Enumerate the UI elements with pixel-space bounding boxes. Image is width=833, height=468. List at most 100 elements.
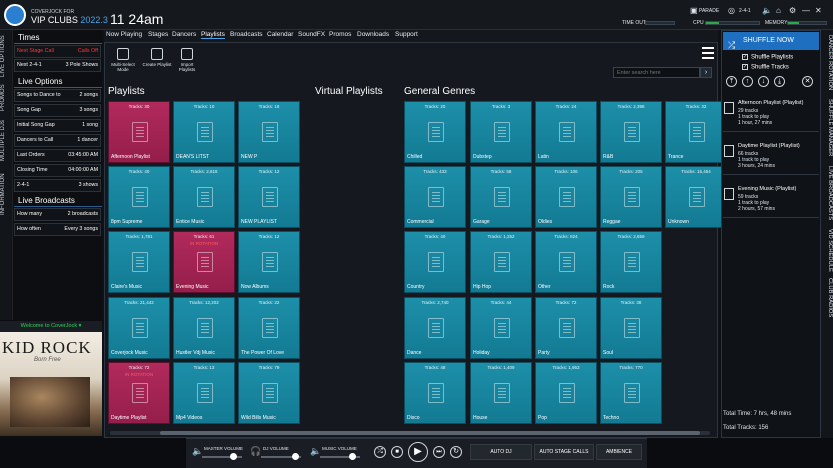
shuffle-item[interactable]: Daytime Playlist (Playlist) 66 tracks 1 tr… xyxy=(723,141,819,175)
playlist-tile[interactable]: Tracks: 12 NEW PLAYLIST xyxy=(238,166,300,228)
live-option-row[interactable]: Dancers to Call 1 dancer xyxy=(14,134,101,147)
genre-tile[interactable]: Tracks: 824 Other xyxy=(535,231,597,293)
genre-tile[interactable]: Tracks: 1,409 House xyxy=(470,362,532,424)
tab-playlists[interactable]: Playlists xyxy=(201,31,225,39)
playlist-tile[interactable]: Tracks: 30 Afternoon Playlist xyxy=(108,101,170,163)
multi-select-button[interactable]: Multi-Select Mode xyxy=(108,48,138,72)
genre-tile[interactable]: Tracks: 38 Soul xyxy=(600,297,662,359)
genre-tile[interactable]: Tracks: 2,740 Dance xyxy=(404,297,466,359)
tab-shuffle-manager[interactable]: SHUFFLE MANAGER xyxy=(821,96,833,160)
shuffle-now-button[interactable]: ⤮ SHUFFLE NOW xyxy=(723,32,819,50)
tab-dancer-rotation[interactable]: DANCER ROTATION xyxy=(821,32,833,94)
next-241-row[interactable]: Next 2-4-1 3 Pole Shows xyxy=(14,59,101,72)
auto-dj-button[interactable]: AUTO DJ xyxy=(470,444,532,460)
tab-vid-schedule[interactable]: VID SCHEDULE xyxy=(821,226,833,274)
playlist-tile[interactable]: Tracks: 72 IN ROTATION Daytime Playlist xyxy=(108,362,170,424)
speaker-icon[interactable]: 🔈 xyxy=(762,6,772,15)
genre-tile[interactable]: Tracks: 48 Disco xyxy=(404,362,466,424)
shuffle-tracks-checkbox[interactable]: ✓ Shuffle Tracks xyxy=(742,64,789,71)
playlist-tile[interactable]: Tracks: 1,781 Claire's Music xyxy=(108,231,170,293)
close-icon[interactable]: ✕ xyxy=(815,6,822,15)
genre-tile[interactable]: Tracks: 433 Commercial xyxy=(404,166,466,228)
dj-volume-knob[interactable] xyxy=(292,453,299,460)
tab-information[interactable]: INFORMATION xyxy=(0,168,13,220)
genre-tile[interactable]: Tracks: 1,953 Pop xyxy=(535,362,597,424)
live-option-row[interactable]: Song Gap 3 songs xyxy=(14,104,101,117)
ambience-button[interactable]: AMBIENCE xyxy=(596,444,642,460)
genre-tile[interactable]: Tracks: 1,252 Hip Hop xyxy=(470,231,532,293)
minimize-icon[interactable]: — xyxy=(802,6,810,15)
playlist-tile[interactable]: Tracks: 22 The Power Of Love xyxy=(238,297,300,359)
tab-broadcasts[interactable]: Broadcasts xyxy=(230,31,263,38)
genre-tile[interactable]: Tracks: 20 Chilled xyxy=(404,101,466,163)
genre-tile[interactable]: Tracks: 40 Country xyxy=(404,231,466,293)
import-playlists-button[interactable]: Import Playlists xyxy=(172,48,202,72)
genre-tile[interactable]: Tracks: 106 Oldies xyxy=(535,166,597,228)
tab-stages[interactable]: Stages xyxy=(148,31,168,38)
genre-tile[interactable]: Tracks: 770 Techno xyxy=(600,362,662,424)
welcome-bar[interactable]: Welcome to CoverJock ▾ xyxy=(0,321,102,332)
tab-promos[interactable]: PROMOS xyxy=(0,82,13,114)
tab-downloads[interactable]: Downloads xyxy=(357,31,389,38)
lock-icon[interactable]: ⌂ xyxy=(776,6,781,15)
parade-icon[interactable]: ▣ xyxy=(690,6,698,15)
playlist-tile[interactable]: Tracks: 40 8pm Supreme xyxy=(108,166,170,228)
tab-live-options[interactable]: LIVE OPTIONS xyxy=(0,32,13,80)
playlist-tile[interactable]: Tracks: 61 IN ROTATION Evening Music xyxy=(173,231,235,293)
playlist-tile[interactable]: Tracks: 12,202 Hustler Vdj Music xyxy=(173,297,235,359)
playlist-tile[interactable]: Tracks: 18 NEW P xyxy=(238,101,300,163)
tab-dancers[interactable]: Dancers xyxy=(172,31,196,38)
move-down-icon[interactable]: ↓ xyxy=(758,76,769,87)
tab-soundfx[interactable]: SoundFX xyxy=(298,31,325,38)
shuffle-playlists-checkbox[interactable]: ✓ Shuffle Playlists xyxy=(742,54,793,61)
playlist-tile[interactable]: Tracks: 2,818 Entice Music xyxy=(173,166,235,228)
playlist-tile[interactable]: Tracks: 21,442 Coverjock Music xyxy=(108,297,170,359)
menu-icon[interactable] xyxy=(702,47,714,59)
tab-calendar[interactable]: Calendar xyxy=(267,31,293,38)
live-option-row[interactable]: Last Orders 03:45:00 AM xyxy=(14,149,101,162)
next-stage-call-row[interactable]: Next Stage Call Calls Off xyxy=(14,45,101,58)
tab-club-radios[interactable]: CLUB RADIOS xyxy=(821,276,833,320)
move-bottom-icon[interactable]: ⤓ xyxy=(774,76,785,87)
tab-live-broadcasts[interactable]: LIVE BROADCASTS xyxy=(821,162,833,224)
playlist-tile[interactable]: Tracks: 12 Now Albums xyxy=(238,231,300,293)
shuffle-icon[interactable]: ⤮ xyxy=(374,446,386,458)
play-icon[interactable]: ▶ xyxy=(408,442,428,462)
music-volume-knob[interactable] xyxy=(349,453,356,460)
live-option-row[interactable]: Songs to Dance to 2 songs xyxy=(14,89,101,102)
gear-icon[interactable]: ⚙ xyxy=(789,6,796,15)
shuffle-item[interactable]: Evening Music (Playlist) 59 tracks 1 track… xyxy=(723,184,819,218)
search-input[interactable] xyxy=(613,67,700,78)
playlist-tile[interactable]: Tracks: 13 Mp4 Videos xyxy=(173,362,235,424)
move-top-icon[interactable]: ⤒ xyxy=(726,76,737,87)
genre-tile[interactable]: Tracks: 44 Holiday xyxy=(470,297,532,359)
genre-tile[interactable]: Tracks: 72 Party xyxy=(535,297,597,359)
skip-icon[interactable]: ⏭ xyxy=(433,446,445,458)
tab-support[interactable]: Support xyxy=(395,31,418,38)
genre-tile[interactable]: Tracks: 24 Latin xyxy=(535,101,597,163)
live-option-row[interactable]: 2-4-1 3 shows xyxy=(14,179,101,192)
broadcast-row[interactable]: How many 2 broadcasts xyxy=(14,208,101,221)
move-up-icon[interactable]: ↑ xyxy=(742,76,753,87)
remove-icon[interactable]: ✕ xyxy=(802,76,813,87)
genre-tile[interactable]: Tracks: 3 Dubstep xyxy=(470,101,532,163)
live-option-row[interactable]: Initial Song Gap 1 song xyxy=(14,119,101,132)
create-playlist-button[interactable]: Create Playlist xyxy=(142,48,172,67)
counter-icon[interactable]: ◎ xyxy=(728,6,735,15)
repeat-icon[interactable]: ↻ xyxy=(450,446,462,458)
playlist-tile[interactable]: Tracks: 10 DEAN'S LITST xyxy=(173,101,235,163)
genre-tile[interactable]: Tracks: 205 Reggae xyxy=(600,166,662,228)
tab-promos[interactable]: Promos xyxy=(329,31,351,38)
tab-multiple-djs[interactable]: MULTIPLE DJs xyxy=(0,116,13,166)
genre-tile[interactable]: Tracks: 15,454 Unknown xyxy=(665,166,727,228)
search-icon[interactable]: › xyxy=(700,67,712,78)
live-option-row[interactable]: Closing Time 04:00:00 AM xyxy=(14,164,101,177)
genre-tile[interactable]: Tracks: 2,398 R&B xyxy=(600,101,662,163)
stop-icon[interactable]: ■ xyxy=(391,446,403,458)
tab-now-playing[interactable]: Now Playing xyxy=(106,31,142,38)
horizontal-scrollbar[interactable] xyxy=(110,431,710,435)
broadcast-row[interactable]: How often Every 3 songs xyxy=(14,223,101,236)
auto-stage-calls-button[interactable]: AUTO STAGE CALLS xyxy=(534,444,594,460)
chevron-down-icon[interactable]: ▾ xyxy=(79,323,82,329)
shuffle-item[interactable]: Afternoon Playlist (Playlist) 29 tracks 1 … xyxy=(723,98,819,132)
